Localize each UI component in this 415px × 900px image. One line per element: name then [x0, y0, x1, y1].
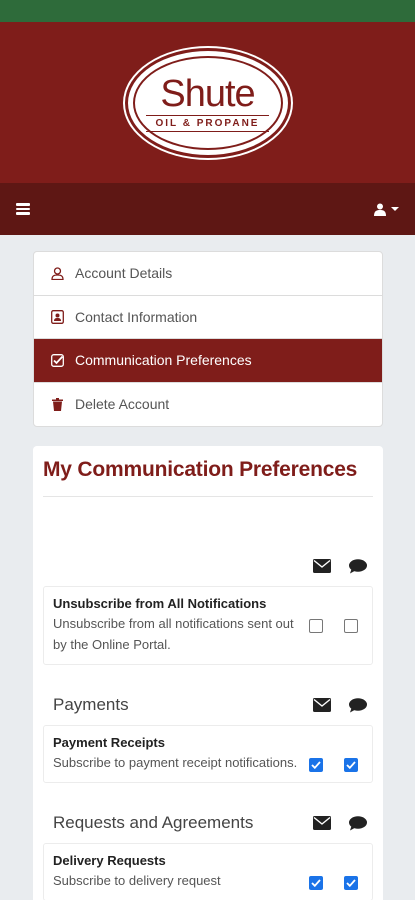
- envelope-icon: [313, 698, 331, 712]
- menu-item-label: Delete Account: [75, 396, 170, 413]
- preference-title: Unsubscribe from All Notifications: [53, 596, 267, 611]
- user-menu-button[interactable]: [374, 203, 399, 216]
- chevron-down-icon: [391, 207, 399, 211]
- top-navbar: [0, 183, 415, 235]
- hamburger-icon[interactable]: [16, 203, 30, 215]
- logo-subtitle: OIL & PROPANE: [145, 114, 270, 132]
- section-label: Payments: [53, 695, 129, 714]
- preference-title: Delivery Requests: [53, 853, 166, 868]
- status-bar: [0, 0, 415, 22]
- menu-item-label: Account Details: [75, 265, 173, 282]
- preference-row: Delivery Requests Subscribe to delivery …: [43, 843, 373, 900]
- menu-item-label: Contact Information: [75, 308, 198, 325]
- chat-bubble-icon: [349, 697, 367, 712]
- section-label: Requests and Agreements: [53, 813, 254, 832]
- menu-item-communication-preferences[interactable]: Communication Preferences: [34, 339, 382, 383]
- section-header: Payments: [43, 691, 373, 719]
- envelope-icon: [313, 816, 331, 830]
- menu-item-label: Communication Preferences: [75, 352, 252, 369]
- preference-row: Unsubscribe from All Notifications Unsub…: [43, 586, 373, 665]
- company-logo: Shute OIL & PROPANE: [124, 47, 291, 158]
- preference-title: Payment Receipts: [53, 735, 165, 750]
- menu-item-contact-information[interactable]: Contact Information: [34, 296, 382, 339]
- email-checkbox[interactable]: [309, 758, 323, 772]
- preferences-card: My Communication Preferences Unsubscribe…: [33, 446, 383, 900]
- section-header: [43, 552, 373, 580]
- preference-row: Payment Receipts Subscribe to payment re…: [43, 725, 373, 783]
- email-checkbox[interactable]: [309, 876, 323, 890]
- email-checkbox[interactable]: [309, 619, 323, 633]
- chat-bubble-icon: [349, 558, 367, 573]
- logo-name: Shute: [160, 72, 255, 115]
- envelope-icon: [313, 559, 331, 573]
- sms-checkbox[interactable]: [344, 619, 358, 633]
- checked-square-icon: [50, 353, 64, 367]
- account-menu: Account Details Contact Information Comm…: [33, 251, 383, 427]
- preference-description: Unsubscribe from all notifications sent …: [53, 616, 294, 652]
- sms-checkbox[interactable]: [344, 876, 358, 890]
- chat-bubble-icon: [349, 815, 367, 830]
- preference-description: Subscribe to payment receipt notificatio…: [53, 755, 298, 770]
- brand-header: Shute OIL & PROPANE: [0, 22, 415, 183]
- page-title: My Communication Preferences: [43, 458, 373, 497]
- user-outline-icon: [50, 266, 64, 280]
- menu-item-delete-account[interactable]: Delete Account: [34, 383, 382, 427]
- trash-icon: [50, 397, 64, 411]
- preference-description: Subscribe to delivery request: [53, 873, 221, 888]
- sms-checkbox[interactable]: [344, 758, 358, 772]
- contact-card-icon: [50, 309, 64, 324]
- menu-item-account-details[interactable]: Account Details: [34, 252, 382, 296]
- user-icon: [374, 203, 386, 216]
- section-header: Requests and Agreements: [43, 809, 373, 837]
